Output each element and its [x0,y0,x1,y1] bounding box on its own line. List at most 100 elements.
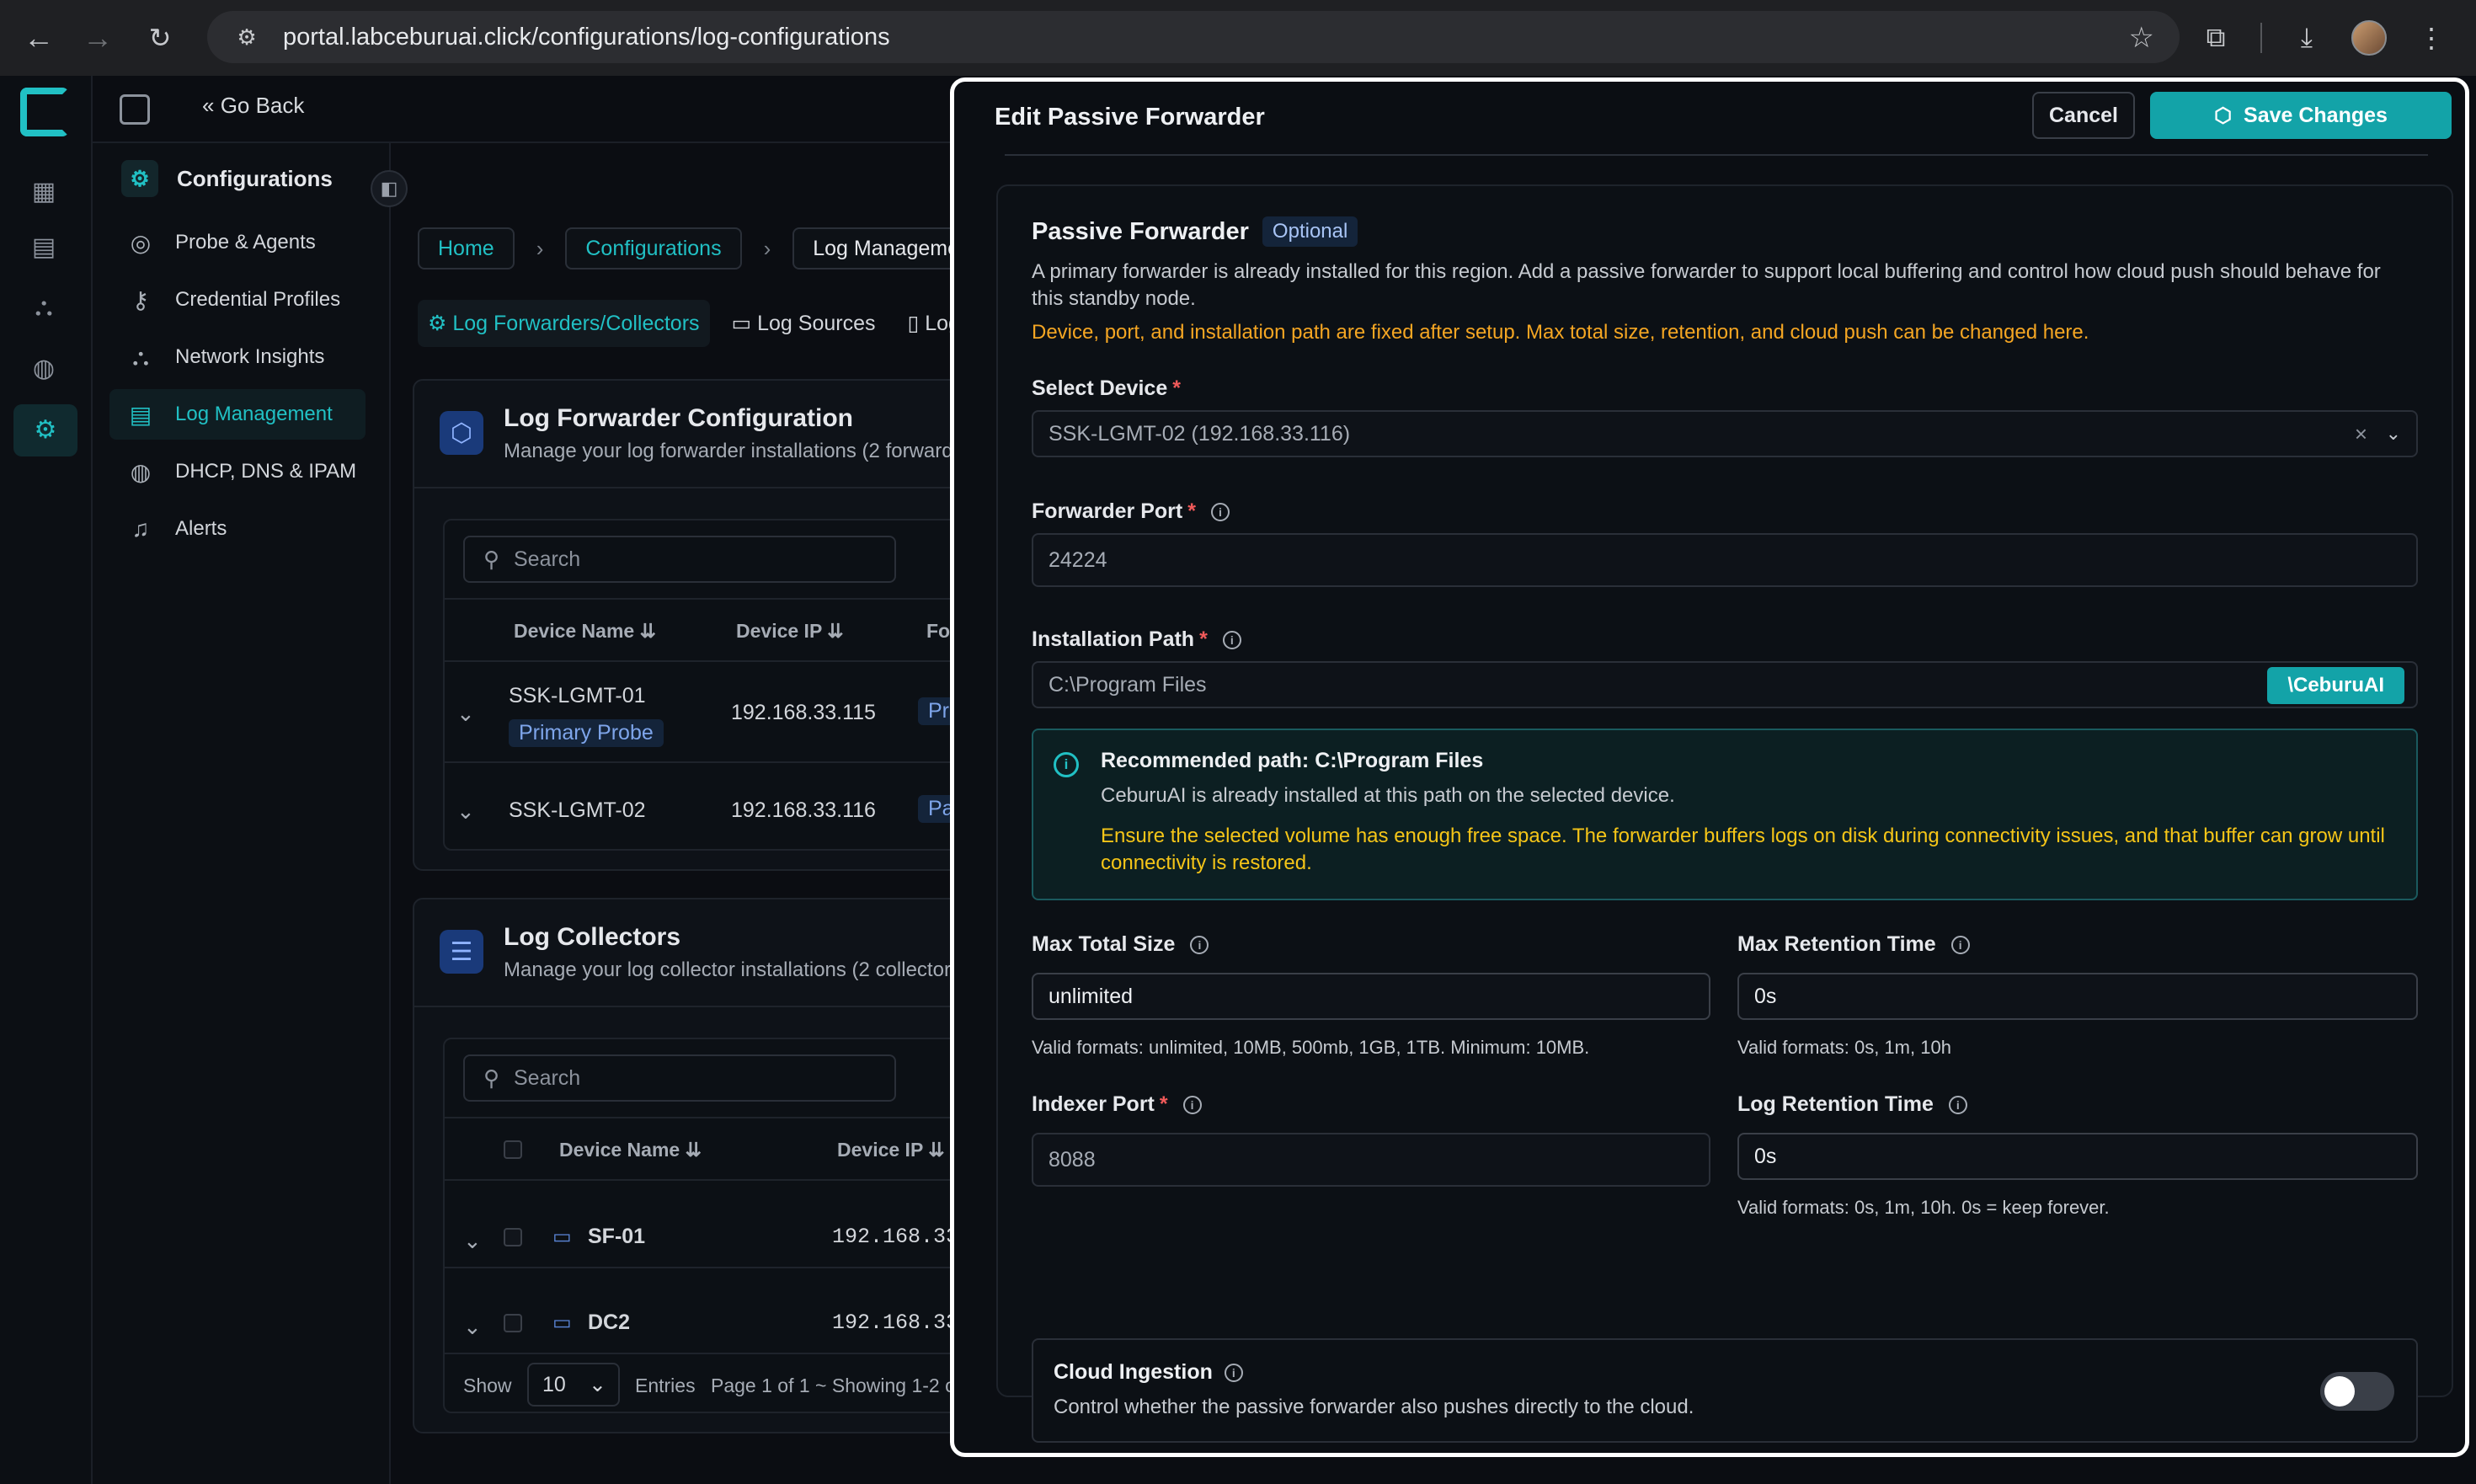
forwarder-card-header: ⬡ Log Forwarder Configuration Manage you… [414,381,1001,488]
tab-log-forwarders[interactable]: ⚙ Log Forwarders/Collectors [418,300,710,347]
bookmark-star-icon[interactable]: ☆ [2129,21,2154,55]
label-text: Installation Path [1032,627,1195,651]
collector-card-header: ☰ Log Collectors Manage your log collect… [414,899,1001,1007]
info-icon[interactable]: i [1222,630,1241,649]
installation-path-input[interactable]: C:\Program Files \CeburuAI [1032,661,2418,708]
extensions-icon[interactable]: ⧉ [2196,22,2235,54]
forwarder-port-input[interactable]: 24224 [1032,533,2418,587]
header-divider [1005,154,2428,156]
label-text: Select Device [1032,376,1168,400]
radar-icon: ◎ [130,229,152,256]
info-icon[interactable]: i [1948,1095,1967,1114]
max-total-size-input[interactable]: unlimited [1032,973,1710,1020]
indexer-port-input[interactable]: 8088 [1032,1133,1710,1187]
topology-icon[interactable]: ⛬ [27,293,61,327]
select-all-checkbox[interactable] [504,1140,522,1159]
url-text[interactable]: portal.labceburuai.click/configurations/… [283,24,890,51]
label-text: Cloud Ingestion [1054,1360,1213,1384]
sidebar-item-log-management[interactable]: ▤ Log Management [109,389,366,440]
sidebar-item-network-insights[interactable]: ⛬ Network Insights [109,332,366,382]
sort-icon[interactable]: ⇊ [686,1139,702,1161]
breadcrumb-home[interactable]: Home [418,227,515,270]
back-arrow-icon[interactable]: ← [13,13,64,63]
tab-log-sources[interactable]: ▭ Log Sources [722,300,886,347]
row-checkbox[interactable] [504,1228,522,1246]
save-changes-button[interactable]: ⬡ Save Changes [2150,92,2452,139]
max-retention-input[interactable]: 0s [1737,973,2418,1020]
sidebar-item-probe-agents[interactable]: ◎ Probe & Agents [109,217,366,268]
cloud-ingestion-toggle[interactable] [2320,1372,2394,1411]
sort-icon[interactable]: ⇊ [928,1139,944,1161]
globe-icon[interactable]: ◍ [27,354,61,387]
profile-avatar[interactable] [2351,20,2387,56]
bell-icon: ♫ [131,515,150,542]
chevron-down-icon[interactable]: ⌄ [2386,412,2401,456]
forwarder-card-title: Log Forwarder Configuration [504,404,853,432]
table-divider [445,1179,1001,1181]
label-text: Forwarder Port [1032,499,1183,523]
disk-space-warning: Ensure the selected volume has enough fr… [1101,825,2385,874]
device-ip-cell: 192.168.33.115 [731,701,876,724]
collector-card: ☰ Log Collectors Manage your log collect… [413,898,1002,1433]
download-icon[interactable]: ⤓ [2287,22,2326,54]
address-bar[interactable]: ⚙ portal.labceburuai.click/configuration… [207,11,2180,63]
dashboard-icon[interactable]: ▦ [27,177,61,211]
go-back-label: Go Back [220,93,305,118]
sort-icon[interactable]: ⇊ [640,620,656,642]
info-icon[interactable]: i [1950,935,1970,954]
brand-logo[interactable] [20,88,69,136]
chevron-down-icon[interactable]: ⌄ [463,1228,482,1254]
max-retention-label: Max Retention Time i [1737,932,1970,957]
sort-icon[interactable]: ⇊ [827,620,843,642]
settings-gear-icon[interactable]: ⚙ [13,404,77,456]
column-header-device-name[interactable]: Device Name ⇊ [559,1139,702,1161]
save-changes-label: Save Changes [2244,104,2388,127]
section-title-text: Passive Forwarder [1032,217,1249,245]
menu-dots-icon[interactable]: ⋮ [2412,22,2451,54]
go-back-button[interactable]: « Go Back [202,93,304,119]
recommended-path-info: i Recommended path: C:\Program Files Ceb… [1032,729,2418,900]
info-icon[interactable]: i [1190,935,1209,954]
info-icon[interactable]: i [1182,1095,1202,1114]
sidebar-item-label: Network Insights [175,345,325,368]
column-header-device-name[interactable]: Device Name ⇊ [514,620,656,643]
globe-icon: ◍ [130,458,152,485]
sidebar-item-dhcp-dns-ipam[interactable]: ◍ DHCP, DNS & IPAM [109,446,366,497]
sidebar-item-alerts[interactable]: ♫ Alerts [109,504,366,554]
sidebar-toggle-icon[interactable] [120,94,150,125]
info-icon[interactable]: i [1224,1363,1243,1382]
reports-icon[interactable]: ▤ [27,232,61,266]
monitor-icon: ▭ [552,1225,572,1248]
icon-rail: ▦ ▤ ⛬ ◍ ⚙ [0,76,93,1484]
row-checkbox[interactable] [504,1314,522,1332]
cancel-button[interactable]: Cancel [2032,92,2135,139]
sidebar-item-label: DHCP, DNS & IPAM [175,460,357,483]
chevron-down-icon[interactable]: ⌄ [463,1314,482,1340]
table-divider [445,1353,1001,1354]
column-header-device-ip[interactable]: Device IP ⇊ [736,620,844,643]
tab-label: Log Sources [757,312,876,335]
reload-icon[interactable]: ↻ [135,13,185,63]
install-path-suffix: \CeburuAI [2267,667,2404,704]
info-icon: i [1054,752,1079,777]
sidebar-item-credential-profiles[interactable]: ⚷ Credential Profiles [109,275,366,325]
info-icon[interactable]: i [1210,502,1230,521]
chevron-down-icon[interactable]: ⌄ [456,701,475,727]
forward-arrow-icon[interactable]: → [72,13,123,63]
column-header-device-ip[interactable]: Device IP ⇊ [837,1139,945,1161]
clear-icon[interactable]: × [2355,412,2367,456]
breadcrumb-configurations[interactable]: Configurations [565,227,742,270]
cube-icon: ⬡ [2214,104,2233,127]
select-device-dropdown[interactable]: SSK-LGMT-02 (192.168.33.116) × ⌄ [1032,410,2418,457]
forwarder-table: Search Device Name ⇊ Device IP ⇊ Forw ⌄ … [443,519,1001,851]
collector-search-input[interactable]: Search [463,1054,896,1102]
fixed-fields-warning: Device, port, and installation path are … [1032,321,2089,344]
page-size-select[interactable]: 10 ⌄ [527,1363,620,1407]
chevron-right-icon: › [763,235,771,261]
site-settings-icon[interactable]: ⚙ [232,23,261,51]
forwarder-search-input[interactable]: Search [463,536,896,583]
chevron-down-icon[interactable]: ⌄ [456,798,475,825]
label-text: Max Total Size [1032,932,1176,956]
log-retention-input[interactable]: 0s [1737,1133,2418,1180]
cloud-ingestion-title: Cloud Ingestion i [1054,1360,1243,1385]
